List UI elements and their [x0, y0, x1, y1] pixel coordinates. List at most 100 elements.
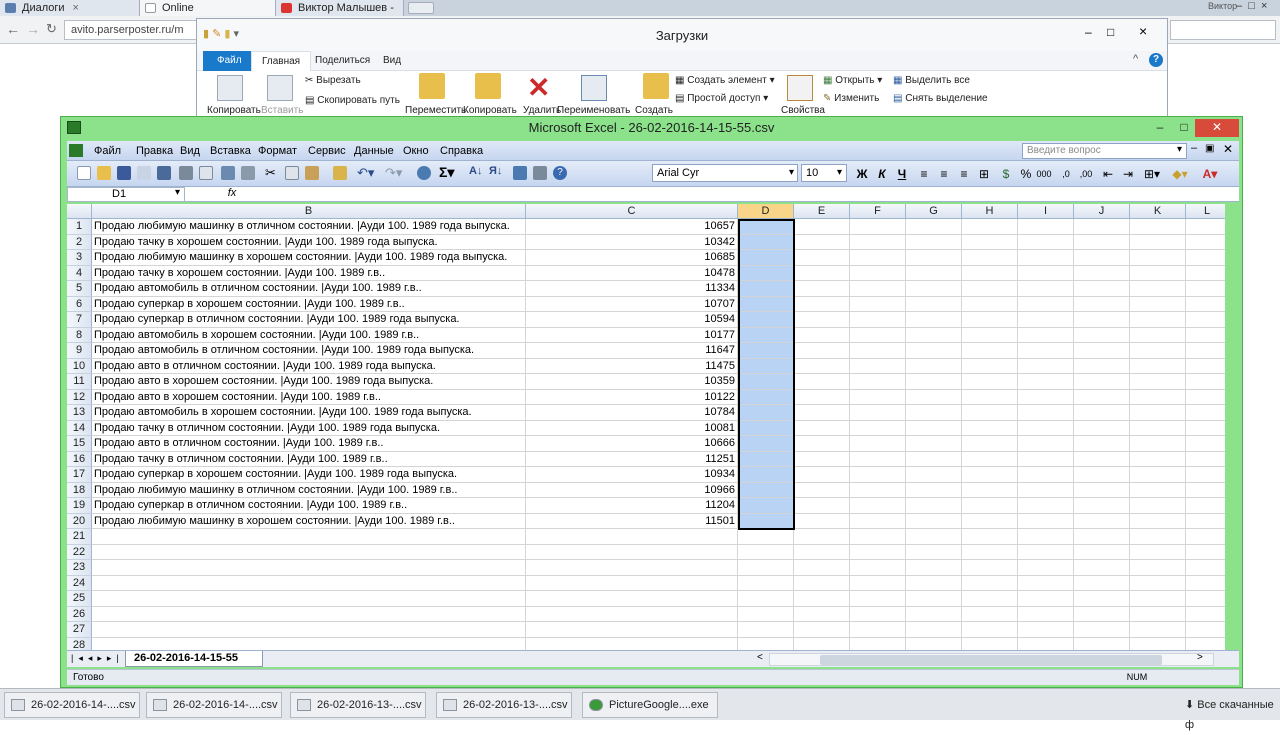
- cell-g[interactable]: [906, 358, 962, 374]
- cell-c[interactable]: 10359: [526, 374, 738, 390]
- row-header[interactable]: 3: [67, 250, 92, 266]
- column-header-f[interactable]: F: [850, 204, 906, 219]
- cell-k[interactable]: [1130, 498, 1186, 514]
- move-button[interactable]: Переместить: [405, 105, 466, 116]
- open-button[interactable]: ▦ Открыть ▾: [823, 75, 882, 86]
- cell-l[interactable]: [1186, 266, 1225, 281]
- cell-h[interactable]: [962, 374, 1018, 390]
- menu-window[interactable]: Окно: [400, 141, 432, 161]
- cell-g[interactable]: [906, 374, 962, 390]
- cell-l[interactable]: [1186, 560, 1225, 576]
- cell-k[interactable]: [1130, 281, 1186, 297]
- cell-h[interactable]: [962, 219, 1018, 235]
- preview-icon[interactable]: [199, 166, 213, 180]
- properties-button[interactable]: Свойства: [781, 105, 825, 116]
- cell-l[interactable]: [1186, 514, 1225, 529]
- cell-g[interactable]: [906, 482, 962, 498]
- cell-l[interactable]: [1186, 545, 1225, 560]
- cell-j[interactable]: [1074, 296, 1130, 312]
- cell-c[interactable]: [526, 544, 738, 560]
- redo-icon[interactable]: ↷▾: [385, 165, 402, 181]
- cut-icon[interactable]: ✂: [265, 165, 276, 181]
- cell-h[interactable]: [962, 250, 1018, 266]
- cell-i[interactable]: [1018, 420, 1074, 436]
- cell-f[interactable]: [850, 405, 906, 421]
- cell-c[interactable]: 10081: [526, 420, 738, 436]
- row-header[interactable]: 9: [67, 343, 92, 359]
- cell-c[interactable]: 11647: [526, 343, 738, 359]
- cell-c[interactable]: 10707: [526, 296, 738, 312]
- cell-c[interactable]: 10342: [526, 234, 738, 250]
- percent-icon[interactable]: %: [1017, 165, 1035, 183]
- cell-f[interactable]: [850, 544, 906, 560]
- cell-h[interactable]: [962, 296, 1018, 312]
- search-box[interactable]: [1170, 20, 1276, 40]
- cell-h[interactable]: [962, 498, 1018, 514]
- cell-l[interactable]: [1186, 591, 1225, 607]
- menu-edit[interactable]: Правка: [133, 141, 176, 161]
- cell-c[interactable]: 11501: [526, 513, 738, 529]
- spelling-icon[interactable]: [221, 166, 235, 180]
- cell-l[interactable]: [1186, 529, 1225, 545]
- cell-c[interactable]: [526, 606, 738, 622]
- cell-k[interactable]: [1130, 389, 1186, 405]
- cell-k[interactable]: [1130, 575, 1186, 591]
- cell-h[interactable]: [962, 358, 1018, 374]
- email-icon[interactable]: [157, 166, 171, 180]
- cell-j[interactable]: [1074, 219, 1130, 235]
- cell-h[interactable]: [962, 389, 1018, 405]
- cell-h[interactable]: [962, 343, 1018, 359]
- cell-f[interactable]: [850, 312, 906, 328]
- cell-g[interactable]: [906, 513, 962, 529]
- cell-j[interactable]: [1074, 482, 1130, 498]
- cell-h[interactable]: [962, 482, 1018, 498]
- cell-i[interactable]: [1018, 374, 1074, 390]
- cell-j[interactable]: [1074, 575, 1130, 591]
- cell-h[interactable]: [962, 529, 1018, 545]
- close-button[interactable]: ×: [1139, 23, 1147, 39]
- cell-j[interactable]: [1074, 498, 1130, 514]
- row-header[interactable]: 6: [67, 296, 92, 312]
- browser-tab-youtube[interactable]: Виктор Малышев - ×: [276, 0, 404, 30]
- currency-icon[interactable]: $: [997, 165, 1015, 183]
- cell-g[interactable]: [906, 420, 962, 436]
- underline-button[interactable]: Ч: [893, 165, 911, 183]
- scroll-right-icon[interactable]: >: [1197, 652, 1203, 663]
- cell-b[interactable]: Продаю любимую машинку в отличном состоя…: [92, 482, 526, 498]
- cell-d[interactable]: [738, 544, 794, 560]
- cell-c[interactable]: [526, 591, 738, 607]
- cell-l[interactable]: [1186, 452, 1225, 467]
- cell-g[interactable]: [906, 575, 962, 591]
- cell-f[interactable]: [850, 482, 906, 498]
- show-all-downloads-link[interactable]: ⬇ Все скачанные ф: [1185, 695, 1280, 735]
- cell-c[interactable]: 10685: [526, 250, 738, 266]
- cell-d[interactable]: [738, 606, 794, 622]
- cell-i[interactable]: [1018, 234, 1074, 250]
- column-header-k[interactable]: K: [1130, 204, 1186, 219]
- excel-doc-icon[interactable]: [69, 144, 83, 157]
- easy-access-button[interactable]: ▤ Простой доступ ▾: [675, 93, 768, 104]
- cell-k[interactable]: [1130, 374, 1186, 390]
- cell-e[interactable]: [794, 467, 850, 483]
- maximize-button[interactable]: □: [1171, 119, 1197, 137]
- hyperlink-icon[interactable]: [417, 166, 431, 180]
- cell-k[interactable]: [1130, 606, 1186, 622]
- cell-i[interactable]: [1018, 591, 1074, 607]
- cell-d[interactable]: [738, 591, 794, 607]
- reload-icon[interactable]: ↻: [46, 21, 57, 37]
- cell-f[interactable]: [850, 374, 906, 390]
- align-center-icon[interactable]: ≡: [935, 165, 953, 183]
- browser-user[interactable]: Виктор: [1208, 1, 1237, 11]
- cell-e[interactable]: [794, 250, 850, 266]
- cell-j[interactable]: [1074, 312, 1130, 328]
- cell-g[interactable]: [906, 544, 962, 560]
- row-header[interactable]: 18: [67, 482, 92, 498]
- cell-f[interactable]: [850, 343, 906, 359]
- row-header[interactable]: 14: [67, 420, 92, 436]
- cell-g[interactable]: [906, 591, 962, 607]
- cell-g[interactable]: [906, 436, 962, 452]
- cell-l[interactable]: [1186, 281, 1225, 297]
- cell-k[interactable]: [1130, 622, 1186, 638]
- cell-d[interactable]: [738, 575, 794, 591]
- cell-e[interactable]: [794, 436, 850, 452]
